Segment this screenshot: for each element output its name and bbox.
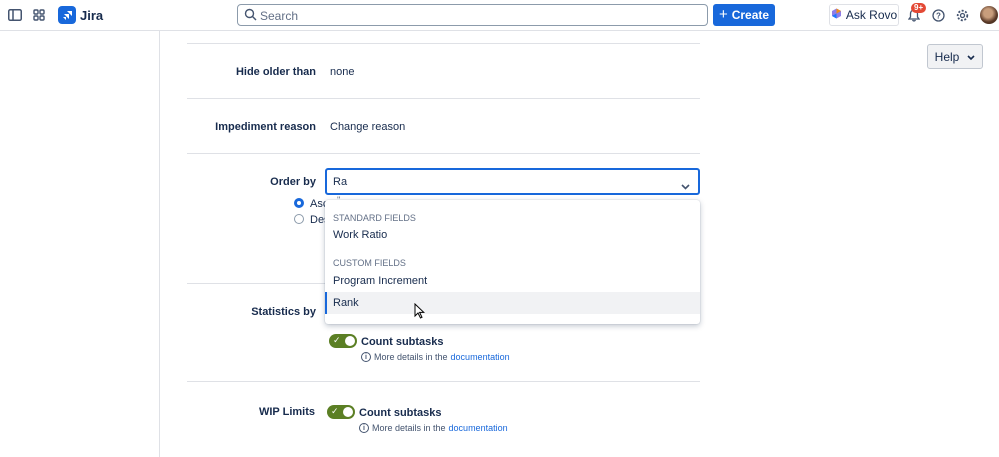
- dropdown-option-work-ratio[interactable]: Work Ratio: [325, 224, 700, 246]
- notification-count-badge: 9+: [911, 3, 927, 13]
- hide-older-than-label: Hide older than: [235, 66, 316, 78]
- checkmark-icon: ✓: [333, 335, 341, 345]
- svg-text:?: ?: [936, 11, 941, 20]
- order-by-label: Order by: [270, 176, 316, 188]
- chevron-down-icon[interactable]: [681, 177, 690, 195]
- wip-info-line: i More details in the documentation: [359, 423, 508, 433]
- statistics-info-line: i More details in the documentation: [361, 352, 510, 362]
- wip-count-subtasks-toggle[interactable]: ✓: [327, 405, 355, 419]
- ask-rovo-button[interactable]: Ask Rovo: [829, 4, 899, 26]
- chevron-down-icon: [967, 50, 975, 64]
- statistics-by-label: Statistics by: [251, 306, 316, 318]
- statistics-count-subtasks-toggle[interactable]: ✓: [329, 334, 357, 348]
- help-label: Help: [934, 49, 960, 64]
- plus-icon: +: [718, 6, 728, 23]
- order-by-input-value[interactable]: Ra: [333, 176, 347, 188]
- hide-older-than-value[interactable]: none: [330, 66, 354, 78]
- row-divider: [187, 153, 700, 154]
- row-divider: [187, 43, 700, 44]
- dropdown-option-rank[interactable]: Rank: [325, 292, 700, 314]
- impediment-reason-label: Impediment reason: [215, 121, 316, 133]
- settings-gear-icon[interactable]: [953, 6, 971, 24]
- dropdown-group-heading: STANDARD FIELDS: [333, 213, 416, 223]
- impediment-reason-value[interactable]: Change reason: [330, 121, 405, 133]
- order-by-select[interactable]: Ra: [325, 168, 700, 195]
- create-label: Create: [731, 8, 770, 22]
- descending-radio[interactable]: [294, 214, 304, 224]
- ask-rovo-label: Ask Rovo: [845, 8, 898, 22]
- row-divider: [187, 381, 700, 382]
- help-question-icon[interactable]: ?: [929, 6, 947, 24]
- wip-limits-label: WIP Limits: [258, 406, 315, 418]
- wip-documentation-link[interactable]: documentation: [449, 423, 508, 433]
- dropdown-option-program-increment[interactable]: Program Increment: [325, 270, 700, 292]
- app-switcher-icon[interactable]: [30, 6, 48, 24]
- app-name[interactable]: Jira: [80, 8, 103, 23]
- statistics-documentation-link[interactable]: documentation: [451, 352, 510, 362]
- dropdown-group-heading: CUSTOM FIELDS: [333, 258, 406, 268]
- mouse-pointer-icon: [414, 302, 426, 324]
- search-placeholder: Search: [260, 9, 299, 23]
- toggle-knob: [343, 407, 353, 417]
- search-icon: [244, 8, 257, 26]
- checkmark-icon: ✓: [331, 406, 339, 416]
- wip-count-subtasks-label: Count subtasks: [359, 407, 442, 419]
- search-input[interactable]: Search: [237, 4, 708, 26]
- sidebar-toggle-icon[interactable]: [6, 6, 24, 24]
- toggle-knob: [345, 336, 355, 346]
- order-by-dropdown-menu: STANDARD FIELDS Work Ratio CUSTOM FIELDS…: [325, 200, 700, 324]
- create-button[interactable]: + Create: [713, 4, 775, 26]
- wip-info-text: More details in the: [372, 423, 446, 433]
- info-icon: i: [361, 352, 371, 362]
- statistics-info-text: More details in the: [374, 352, 448, 362]
- help-button[interactable]: Help: [927, 44, 983, 69]
- rovo-icon: [831, 8, 842, 22]
- top-navigation-bar: Jira Search + Create Ask Rovo 9+ ?: [0, 0, 999, 31]
- statistics-count-subtasks-label: Count subtasks: [361, 336, 444, 348]
- row-divider: [187, 98, 700, 99]
- user-avatar[interactable]: [980, 6, 998, 24]
- ascending-radio[interactable]: [294, 198, 304, 208]
- left-sidebar-divider: [159, 31, 160, 457]
- jira-logo-icon[interactable]: [58, 6, 76, 24]
- info-icon: i: [359, 423, 369, 433]
